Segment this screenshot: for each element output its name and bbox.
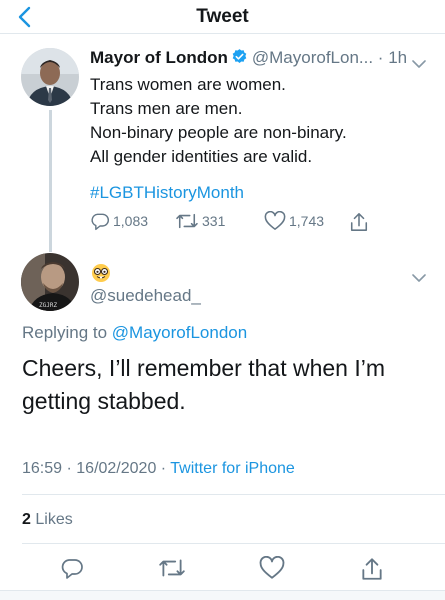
tweet-line: Non-binary people are non-binary. bbox=[90, 123, 347, 142]
retweet-count: 331 bbox=[202, 213, 226, 229]
tweet-meta: 16:59 · 16/02/2020 · Twitter for iPhone bbox=[22, 460, 295, 477]
reply-action[interactable]: 1,083 bbox=[90, 211, 148, 231]
like-count: 1,743 bbox=[289, 213, 325, 229]
chevron-down-icon[interactable] bbox=[412, 56, 426, 68]
retweet-icon[interactable] bbox=[158, 556, 186, 585]
reply-author-handle[interactable]: @suedehead_ bbox=[90, 286, 201, 306]
likes-count: 2 bbox=[22, 511, 31, 528]
share-icon bbox=[350, 213, 368, 231]
replying-to-line: Replying to @MayorofLondon bbox=[22, 323, 247, 343]
share-action[interactable] bbox=[349, 211, 372, 233]
reply-action-bar bbox=[0, 548, 445, 586]
retweet-action[interactable]: 331 bbox=[175, 211, 225, 231]
author-handle[interactable]: @MayorofLon... bbox=[252, 48, 373, 67]
heart-icon[interactable] bbox=[259, 555, 285, 585]
tweet-line: Trans women are women. bbox=[90, 75, 286, 94]
bottom-bar bbox=[0, 590, 445, 600]
verified-badge-icon bbox=[231, 48, 248, 70]
tweet-line: Cheers, I’ll remember that when I’m bbox=[22, 355, 386, 381]
likes-summary[interactable]: 2 Likes bbox=[22, 511, 73, 529]
suedehead-avatar[interactable]: ZGJRZ bbox=[21, 253, 79, 311]
divider bbox=[22, 543, 445, 544]
svg-text:ZGJRZ: ZGJRZ bbox=[39, 302, 57, 309]
author-name[interactable]: Mayor of London bbox=[90, 48, 228, 67]
tweet-date: 16/02/2020 bbox=[76, 460, 157, 477]
chevron-down-icon[interactable] bbox=[412, 270, 426, 282]
parent-action-bar: 1,083 331 1,743 bbox=[90, 211, 390, 235]
share-icon[interactable] bbox=[360, 556, 384, 587]
tweet-time: 1h bbox=[388, 48, 408, 67]
reply-count: 1,083 bbox=[113, 213, 149, 229]
like-action[interactable]: 1,743 bbox=[264, 211, 324, 231]
reply-icon bbox=[91, 213, 110, 231]
parent-tweet-header: Mayor of London @MayorofLon... · 1h bbox=[90, 48, 430, 70]
likes-label: Likes bbox=[35, 511, 73, 528]
top-nav-bar: Tweet bbox=[0, 0, 445, 34]
nerd-face-emoji-icon bbox=[91, 263, 111, 283]
parent-tweet-text: Trans women are women. Trans men are men… bbox=[90, 73, 347, 169]
reply-icon[interactable] bbox=[60, 556, 84, 585]
heart-icon bbox=[264, 211, 286, 230]
replying-to-link[interactable]: @MayorofLondon bbox=[112, 323, 247, 342]
reply-tweet-text: Cheers, I’ll remember that when I’m gett… bbox=[22, 352, 427, 418]
tweet-source-link[interactable]: Twitter for iPhone bbox=[170, 460, 295, 477]
retweet-icon bbox=[176, 213, 198, 229]
tweet-timestamp: 16:59 bbox=[22, 460, 63, 477]
mayor-avatar[interactable] bbox=[21, 48, 79, 106]
hashtag-link[interactable]: #LGBTHistoryMonth bbox=[90, 183, 244, 203]
tweet-line: Trans men are men. bbox=[90, 99, 243, 118]
replying-to-prefix: Replying to bbox=[22, 323, 108, 342]
tweet-line: All gender identities are valid. bbox=[90, 147, 313, 166]
thread-line bbox=[49, 110, 52, 252]
tweet-line: getting stabbed. bbox=[22, 388, 186, 414]
page-title: Tweet bbox=[196, 6, 249, 27]
divider bbox=[22, 494, 445, 495]
